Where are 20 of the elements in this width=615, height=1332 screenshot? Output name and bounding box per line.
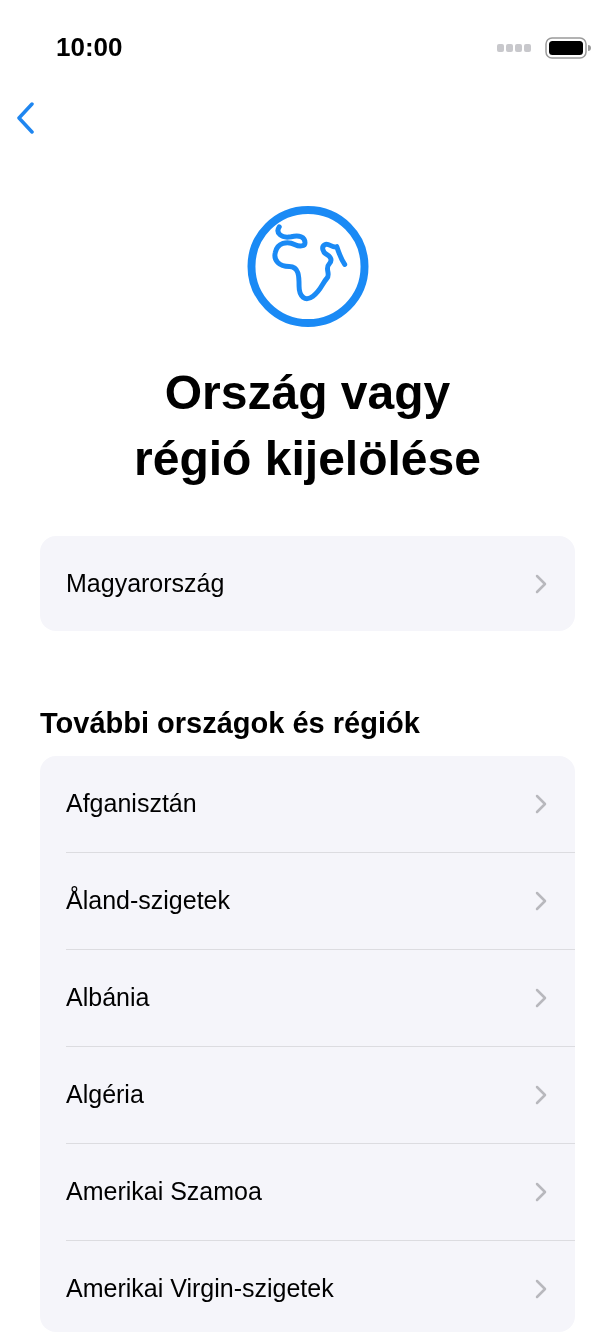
chevron-icon	[535, 573, 547, 594]
country-row[interactable]: Afganisztán	[66, 755, 575, 852]
battery-icon	[545, 36, 591, 59]
chevron-icon	[535, 1084, 547, 1105]
country-row[interactable]: Åland-szigetek	[66, 851, 575, 949]
chevron-icon	[535, 987, 547, 1008]
country-row[interactable]: Algéria	[66, 1045, 575, 1143]
chevron-icon	[535, 1181, 547, 1202]
country-row[interactable]: Albánia	[66, 948, 575, 1046]
globe-icon	[245, 204, 370, 328]
chevron-icon	[535, 1278, 547, 1299]
country-row[interactable]: Amerikai Szamoa	[66, 1142, 575, 1240]
region-row[interactable]: Magyarország	[66, 535, 575, 631]
chevron-icon	[535, 793, 547, 814]
status-time: 10:00	[56, 32, 123, 64]
section-heading: További országok és régiók	[40, 706, 421, 740]
signal-icon	[497, 43, 531, 52]
country-row[interactable]: Amerikai Virgin-szigetek	[66, 1239, 575, 1332]
chevron-icon	[535, 890, 547, 911]
page-title: Ország vagy régió kijelölése	[133, 364, 482, 487]
